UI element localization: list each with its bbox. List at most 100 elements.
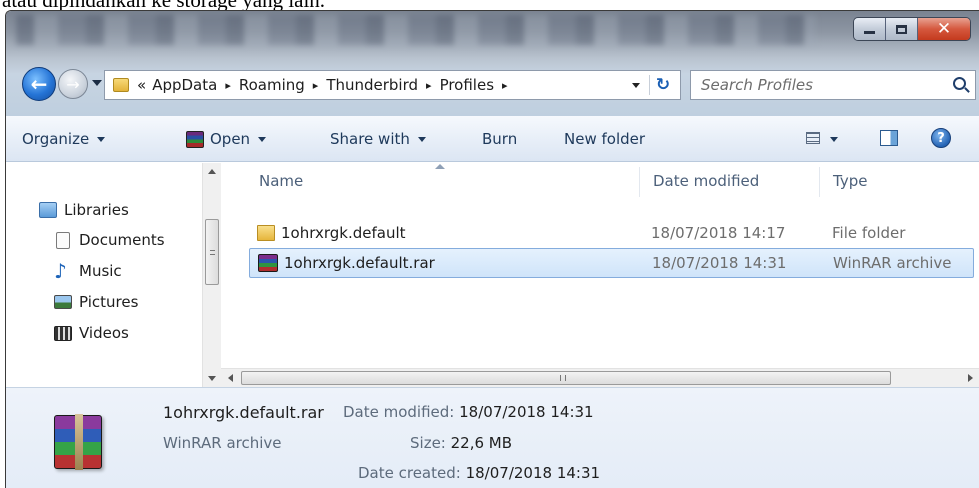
table-row[interactable]: 1ohrxrgk.default 18/07/2018 14:17 File f… — [249, 218, 974, 248]
sidebar-item-videos[interactable]: Videos — [54, 324, 129, 342]
window-controls: ✕ — [853, 17, 971, 41]
close-button[interactable]: ✕ — [918, 18, 970, 40]
music-icon — [54, 259, 72, 283]
table-row[interactable]: 1ohrxrgk.default.rar 18/07/2018 14:31 Wi… — [249, 248, 974, 278]
preview-pane-icon[interactable] — [880, 130, 898, 146]
organize-label: Organize — [22, 130, 90, 148]
breadcrumb-appdata[interactable]: AppData — [152, 76, 217, 94]
help-icon[interactable]: ? — [931, 128, 951, 148]
forward-button[interactable]: → — [58, 69, 88, 99]
nav-pane-scrollbar[interactable] — [202, 163, 221, 387]
details-label: Date created: — [358, 464, 461, 482]
file-name-cell: 1ohrxrgk.default — [257, 224, 406, 242]
details-label: Size: — [410, 434, 446, 452]
minimize-button[interactable] — [854, 18, 886, 40]
documents-icon — [56, 231, 70, 249]
grip-icon — [560, 375, 566, 381]
winrar-archive-icon — [54, 414, 102, 470]
details-value[interactable]: 18/07/2018 14:31 — [459, 403, 593, 421]
title-bar: ✕ ← → « AppData ▸ Roaming ▸ Thunderbird … — [6, 11, 979, 116]
chevron-down-icon — [417, 136, 426, 142]
address-bar[interactable]: « AppData ▸ Roaming ▸ Thunderbird ▸ Prof… — [104, 70, 681, 100]
breadcrumb-separator-icon[interactable]: ▸ — [426, 79, 432, 92]
breadcrumb-roaming[interactable]: Roaming — [239, 76, 305, 94]
file-name: 1ohrxrgk.default.rar — [284, 254, 435, 272]
scroll-thumb[interactable] — [205, 219, 219, 285]
file-list-horizontal-scrollbar[interactable] — [221, 368, 979, 387]
chevron-down-icon — [258, 136, 267, 142]
maximize-icon — [896, 24, 907, 34]
details-label: Date modified: — [343, 403, 455, 421]
address-dropdown-icon[interactable] — [632, 83, 640, 88]
back-arrow-icon: ← — [30, 72, 48, 96]
maximize-button[interactable] — [886, 18, 918, 40]
sidebar-item-label: Documents — [79, 231, 165, 249]
sidebar-item-label: Libraries — [64, 201, 129, 219]
burn-button[interactable]: Burn — [478, 123, 521, 155]
blurred-title-area — [16, 15, 816, 45]
search-box — [690, 70, 976, 100]
sidebar-item-label: Music — [79, 262, 122, 280]
details-value[interactable]: 22,6 MB — [451, 434, 512, 452]
grip-icon — [210, 250, 215, 255]
scroll-right-icon[interactable] — [968, 374, 973, 382]
sidebar-item-label: Videos — [79, 324, 129, 342]
address-divider — [649, 75, 650, 95]
column-divider[interactable] — [819, 167, 820, 197]
breadcrumb-thunderbird[interactable]: Thunderbird — [326, 76, 418, 94]
search-icon[interactable] — [953, 77, 966, 90]
folder-icon — [113, 78, 129, 92]
breadcrumb-profiles[interactable]: Profiles — [440, 76, 494, 94]
forward-arrow-icon: → — [66, 74, 80, 94]
breadcrumb-separator-icon[interactable]: ▸ — [225, 79, 231, 92]
organize-button[interactable]: Organize — [18, 123, 109, 155]
videos-icon — [54, 325, 72, 341]
column-header-date-modified[interactable]: Date modified — [653, 163, 759, 199]
sidebar-item-pictures[interactable]: Pictures — [54, 293, 138, 311]
date-modified-cell: 18/07/2018 14:17 — [651, 224, 786, 242]
sidebar-item-music[interactable]: Music — [54, 259, 122, 283]
share-with-label: Share with — [330, 130, 410, 148]
column-header-name[interactable]: Name — [259, 163, 303, 199]
winrar-icon — [258, 254, 278, 272]
back-button[interactable]: ← — [22, 67, 56, 101]
view-options-icon[interactable] — [806, 132, 820, 144]
details-date-modified: Date modified: 18/07/2018 14:31 — [343, 403, 594, 421]
folder-icon — [257, 225, 275, 241]
chevron-down-icon — [97, 136, 106, 142]
new-folder-button[interactable]: New folder — [560, 123, 649, 155]
type-cell: File folder — [832, 224, 906, 242]
pictures-icon — [54, 295, 72, 309]
details-date-created: Date created: 18/07/2018 14:31 — [358, 464, 600, 482]
share-with-button[interactable]: Share with — [326, 123, 430, 155]
column-divider[interactable] — [639, 167, 640, 197]
sidebar-item-documents[interactable]: Documents — [54, 231, 165, 249]
sidebar-item-label: Pictures — [79, 293, 139, 311]
command-bar: Organize Open Share with Burn New folder… — [6, 116, 979, 162]
details-size: Size: 22,6 MB — [410, 434, 512, 452]
scroll-left-icon[interactable] — [228, 374, 233, 382]
breadcrumb-separator-icon[interactable]: ▸ — [313, 79, 319, 92]
refresh-icon[interactable]: ↻ — [652, 74, 674, 96]
scroll-thumb[interactable] — [241, 371, 891, 385]
file-list: Name Date modified Type 1ohrxrgk.default… — [221, 163, 979, 387]
sidebar-item-libraries[interactable]: Libraries — [39, 201, 129, 219]
breadcrumb-separator-icon[interactable]: ▸ — [502, 79, 508, 92]
libraries-icon — [39, 202, 57, 218]
minimize-icon — [864, 30, 875, 34]
details-value[interactable]: 18/07/2018 14:31 — [466, 464, 600, 482]
type-cell: WinRAR archive — [833, 254, 952, 272]
open-button[interactable]: Open — [182, 123, 270, 155]
breadcrumb-overflow[interactable]: « — [137, 76, 146, 94]
details-pane: 1ohrxrgk.default.rar WinRAR archive Date… — [6, 387, 979, 488]
winrar-icon — [186, 130, 204, 148]
column-header-type[interactable]: Type — [833, 163, 867, 199]
breadcrumb: « AppData ▸ Roaming ▸ Thunderbird ▸ Prof… — [137, 76, 516, 94]
details-file-type: WinRAR archive — [163, 434, 282, 452]
recent-pages-dropdown[interactable] — [92, 80, 102, 86]
scroll-down-icon[interactable] — [208, 376, 216, 381]
scroll-up-icon[interactable] — [208, 169, 216, 174]
chevron-down-icon[interactable] — [830, 137, 838, 142]
explorer-window: ✕ ← → « AppData ▸ Roaming ▸ Thunderbird … — [5, 10, 979, 488]
search-input[interactable] — [701, 76, 941, 94]
